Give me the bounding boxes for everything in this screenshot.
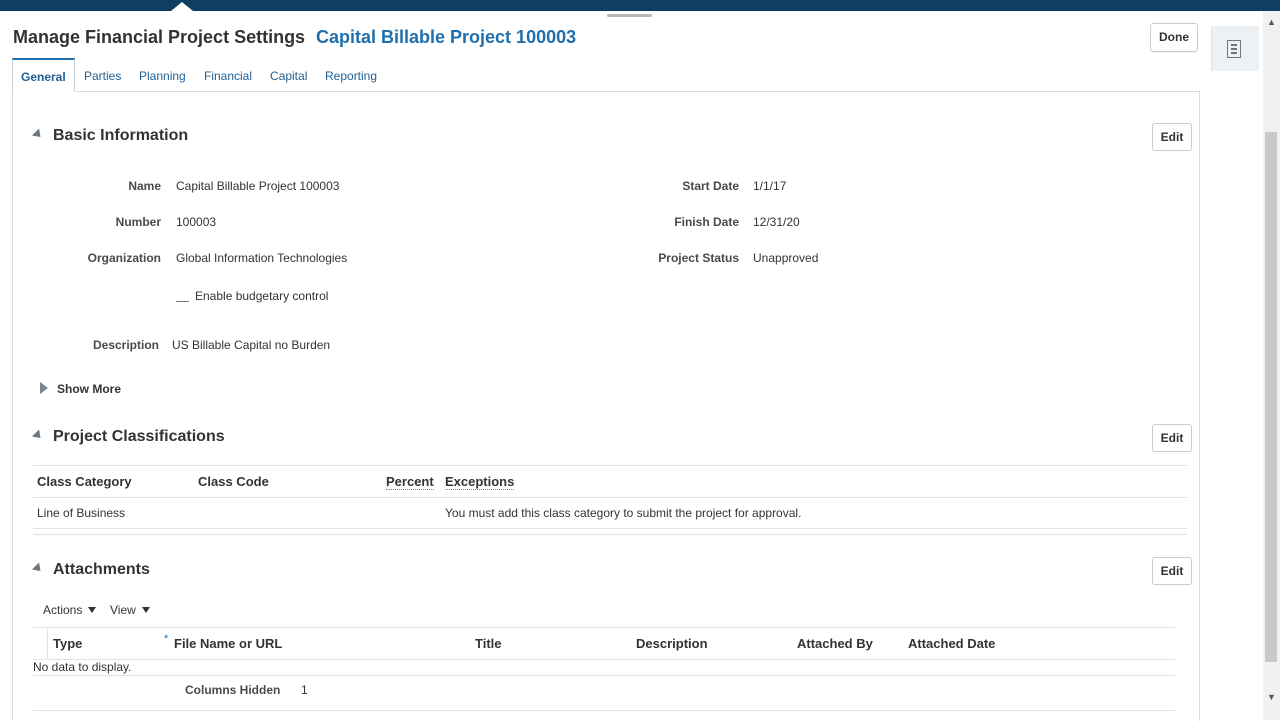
scroll-up-icon[interactable]: ▲ — [1263, 15, 1280, 29]
finish-date-label: Finish Date — [674, 215, 739, 229]
attachments-edit-button[interactable]: Edit — [1152, 557, 1192, 585]
tab-parties[interactable]: Parties — [84, 58, 121, 91]
section-title: Attachments — [53, 561, 150, 578]
table-divider — [33, 528, 1187, 529]
column-divider — [47, 628, 48, 659]
show-more-label: Show More — [57, 382, 122, 396]
table-row-class-category: Line of Business — [37, 506, 126, 520]
description-label: Description — [92, 338, 159, 352]
project-classifications-header[interactable]: Project Classifications — [31, 428, 225, 446]
table-divider — [33, 710, 1175, 711]
column-header-exceptions[interactable]: Exceptions — [445, 474, 515, 490]
columns-hidden-value: 1 — [301, 683, 308, 697]
basic-information-header[interactable]: Basic Information — [31, 127, 189, 145]
tab-financial[interactable]: Financial — [204, 58, 252, 91]
table-divider — [33, 659, 1175, 660]
view-menu[interactable]: View — [110, 603, 150, 617]
caret-down-icon — [88, 607, 97, 613]
section-title: Basic Information — [53, 127, 189, 144]
organization-label: Organization — [87, 251, 161, 265]
page-title: Manage Financial Project Settings — [13, 27, 306, 47]
column-header-attached-by[interactable]: Attached By — [797, 636, 873, 651]
tab-planning[interactable]: Planning — [139, 58, 186, 91]
table-divider — [33, 465, 1187, 466]
collapse-triangle-icon — [31, 128, 45, 141]
drag-handle[interactable] — [607, 14, 652, 17]
start-date-value: 1/1/17 — [753, 179, 787, 193]
view-label: View — [110, 603, 136, 617]
column-header-title[interactable]: Title — [475, 636, 502, 651]
finish-date-value: 12/31/20 — [753, 215, 800, 229]
tab-general[interactable]: General — [12, 58, 75, 92]
table-divider — [33, 675, 1175, 676]
number-value: 100003 — [176, 215, 217, 229]
tab-reporting[interactable]: Reporting — [325, 58, 377, 91]
name-value: Capital Billable Project 100003 — [176, 179, 340, 193]
collapse-triangle-icon — [31, 429, 45, 442]
table-divider — [33, 497, 1187, 498]
project-classifications-edit-button[interactable]: Edit — [1152, 424, 1192, 452]
expand-triangle-icon — [40, 382, 48, 394]
top-banner — [0, 0, 1280, 11]
document-icon — [1227, 40, 1241, 58]
project-status-label: Project Status — [658, 251, 739, 265]
columns-hidden-label: Columns Hidden — [185, 683, 281, 697]
name-label: Name — [128, 179, 161, 193]
column-header-percent[interactable]: Percent — [386, 474, 434, 490]
side-dock-button[interactable] — [1211, 26, 1259, 71]
tab-capital[interactable]: Capital — [270, 58, 307, 91]
actions-menu[interactable]: Actions — [43, 603, 97, 617]
required-marker: * — [164, 633, 169, 645]
empty-table-message: No data to display. — [33, 660, 132, 674]
scrollbar-thumb[interactable] — [1265, 132, 1277, 662]
number-label: Number — [115, 215, 161, 229]
show-more-toggle[interactable]: Show More — [40, 382, 121, 396]
tab-bar: General Parties Planning Financial Capit… — [12, 58, 1198, 92]
project-name-title: Capital Billable Project 100003 — [316, 27, 577, 47]
vertical-scrollbar[interactable]: ▲ ▼ — [1263, 11, 1280, 720]
caret-down-icon — [141, 607, 150, 613]
table-row-exception: You must add this class category to subm… — [445, 506, 802, 520]
budgetary-control-checkbox[interactable] — [176, 301, 189, 302]
actions-label: Actions — [43, 603, 83, 617]
column-header-type[interactable]: Type — [53, 636, 82, 651]
basic-information-edit-button[interactable]: Edit — [1152, 123, 1192, 151]
description-value: US Billable Capital no Burden — [172, 338, 331, 352]
table-divider — [33, 534, 1187, 535]
organization-value: Global Information Technologies — [176, 251, 348, 265]
project-status-value: Unapproved — [753, 251, 819, 265]
table-divider — [33, 627, 1175, 628]
column-header-description[interactable]: Description — [636, 636, 708, 651]
done-button[interactable]: Done — [1150, 23, 1198, 52]
start-date-label: Start Date — [682, 179, 739, 193]
column-header-class-category[interactable]: Class Category — [37, 474, 132, 489]
budgetary-control-label: Enable budgetary control — [195, 289, 329, 303]
attachments-header[interactable]: Attachments — [31, 561, 150, 579]
collapse-triangle-icon — [31, 562, 45, 575]
column-header-class-code[interactable]: Class Code — [198, 474, 269, 489]
scroll-down-icon[interactable]: ▼ — [1263, 690, 1280, 704]
section-title: Project Classifications — [53, 428, 225, 445]
tab-notch — [171, 2, 193, 11]
column-header-file-name[interactable]: File Name or URL — [174, 636, 282, 651]
column-header-attached-date[interactable]: Attached Date — [908, 636, 995, 651]
